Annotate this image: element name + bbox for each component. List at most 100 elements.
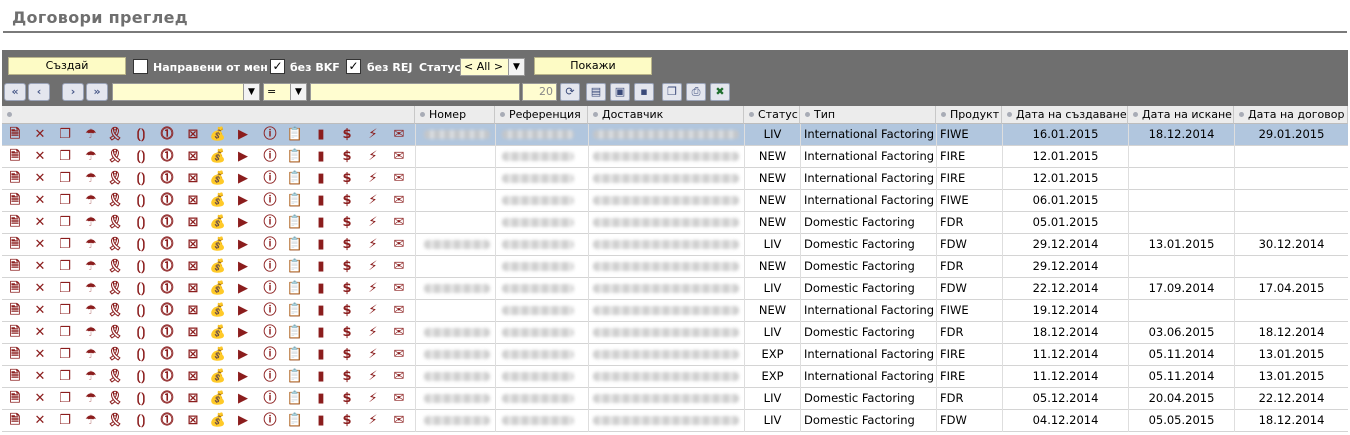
table-row[interactable]: 🗎 ✕ ❐ ☂ 🎗 ⟮⟯ ⓵ ⊠ 💰 ▶ ⓘ 📋 ▮ $ ⚡ ✉ EXP International Factor… [2,366,1348,388]
crossed-box-icon[interactable]: ⊠ [184,324,202,342]
print-icon[interactable]: ⎙ [686,83,706,101]
header-contract-date[interactable]: Дата на договор [1234,106,1348,124]
last-page-icon[interactable]: » [86,83,108,101]
document-icon[interactable]: 🗎 [6,302,24,320]
delete-icon[interactable]: ✕ [31,280,49,298]
money-bag-icon[interactable]: 💰 [209,302,227,320]
info-icon[interactable]: ⓘ [261,170,279,188]
brackets-icon[interactable]: ⟮⟯ [132,346,150,364]
mail-icon[interactable]: ✉ [390,412,408,430]
dollar-icon[interactable]: $ [338,148,356,166]
stack-icon[interactable]: ▮ [312,346,330,364]
mail-icon[interactable]: ✉ [390,346,408,364]
document-icon[interactable]: 🗎 [6,214,24,232]
money-bag-icon[interactable]: 💰 [209,170,227,188]
calendar-one-icon[interactable]: ⓵ [158,192,176,210]
info-icon[interactable]: ⓘ [261,346,279,364]
info-icon[interactable]: ⓘ [261,368,279,386]
page-size-input[interactable]: 20 [522,83,557,101]
play-arrow-icon[interactable]: ▶ [234,236,252,254]
play-arrow-icon[interactable]: ▶ [234,192,252,210]
mail-icon[interactable]: ✉ [390,302,408,320]
info-icon[interactable]: ⓘ [261,236,279,254]
brackets-icon[interactable]: ⟮⟯ [132,390,150,408]
ribbon-icon[interactable]: 🎗 [106,148,124,166]
ribbon-icon[interactable]: 🎗 [106,390,124,408]
play-arrow-icon[interactable]: ▶ [234,148,252,166]
clipboard-icon[interactable]: 📋 [286,258,304,276]
crossed-box-icon[interactable]: ⊠ [184,390,202,408]
lightning-icon[interactable]: ⚡ [364,390,382,408]
play-arrow-icon[interactable]: ▶ [234,126,252,144]
lightning-icon[interactable]: ⚡ [364,412,382,430]
info-icon[interactable]: ⓘ [261,148,279,166]
windows-icon[interactable]: ❐ [56,148,74,166]
filter-operator-select[interactable]: = ▼ [263,83,307,101]
mail-icon[interactable]: ✉ [390,214,408,232]
document-icon[interactable]: 🗎 [6,258,24,276]
play-arrow-icon[interactable]: ▶ [234,390,252,408]
dollar-icon[interactable]: $ [338,368,356,386]
windows-icon[interactable]: ❐ [56,170,74,188]
dollar-icon[interactable]: $ [338,258,356,276]
crossed-box-icon[interactable]: ⊠ [184,346,202,364]
document-icon[interactable]: 🗎 [6,368,24,386]
clipboard-icon[interactable]: 📋 [286,346,304,364]
clipboard-icon[interactable]: 📋 [286,126,304,144]
lightning-icon[interactable]: ⚡ [364,302,382,320]
dollar-icon[interactable]: $ [338,302,356,320]
crossed-box-icon[interactable]: ⊠ [184,302,202,320]
header-product[interactable]: Продукт [936,106,1002,124]
umbrella-icon[interactable]: ☂ [82,346,100,364]
delete-icon[interactable]: ✕ [31,390,49,408]
ribbon-icon[interactable]: 🎗 [106,324,124,342]
header-status[interactable]: Статус [744,106,800,124]
stack-icon[interactable]: ▮ [312,412,330,430]
header-type[interactable]: Тип [800,106,936,124]
mail-icon[interactable]: ✉ [390,390,408,408]
umbrella-icon[interactable]: ☂ [82,170,100,188]
windows-icon[interactable]: ❐ [56,346,74,364]
crossed-box-icon[interactable]: ⊠ [184,170,202,188]
windows-icon[interactable]: ❐ [56,412,74,430]
dollar-icon[interactable]: $ [338,214,356,232]
table-row[interactable]: 🗎 ✕ ❐ ☂ 🎗 ⟮⟯ ⓵ ⊠ 💰 ▶ ⓘ 📋 ▮ $ ⚡ ✉ EXP International Factor… [2,344,1348,366]
header-reference[interactable]: Референция [495,106,588,124]
ribbon-icon[interactable]: 🎗 [106,280,124,298]
dollar-icon[interactable]: $ [338,346,356,364]
brackets-icon[interactable]: ⟮⟯ [132,192,150,210]
lightning-icon[interactable]: ⚡ [364,214,382,232]
dollar-icon[interactable]: $ [338,412,356,430]
calendar-one-icon[interactable]: ⓵ [158,412,176,430]
money-bag-icon[interactable]: 💰 [209,324,227,342]
save-icon[interactable]: ▪ [634,83,654,101]
delete-icon[interactable]: ✕ [31,302,49,320]
document-icon[interactable]: 🗎 [6,236,24,254]
brackets-icon[interactable]: ⟮⟯ [132,280,150,298]
mail-icon[interactable]: ✉ [390,170,408,188]
delete-icon[interactable]: ✕ [31,214,49,232]
dollar-icon[interactable]: $ [338,126,356,144]
dollar-icon[interactable]: $ [338,390,356,408]
crossed-box-icon[interactable]: ⊠ [184,148,202,166]
info-icon[interactable]: ⓘ [261,192,279,210]
mail-icon[interactable]: ✉ [390,368,408,386]
calendar-one-icon[interactable]: ⓵ [158,368,176,386]
brackets-icon[interactable]: ⟮⟯ [132,126,150,144]
calendar-one-icon[interactable]: ⓵ [158,280,176,298]
windows-icon[interactable]: ❐ [56,192,74,210]
money-bag-icon[interactable]: 💰 [209,346,227,364]
stack-icon[interactable]: ▮ [312,324,330,342]
money-bag-icon[interactable]: 💰 [209,148,227,166]
play-arrow-icon[interactable]: ▶ [234,302,252,320]
stack-icon[interactable]: ▮ [312,214,330,232]
table-row[interactable]: 🗎 ✕ ❐ ☂ 🎗 ⟮⟯ ⓵ ⊠ 💰 ▶ ⓘ 📋 ▮ $ ⚡ ✉ LIV Domestic Factoring FD… [2,234,1348,256]
calendar-one-icon[interactable]: ⓵ [158,302,176,320]
info-icon[interactable]: ⓘ [261,390,279,408]
umbrella-icon[interactable]: ☂ [82,390,100,408]
stack-icon[interactable]: ▮ [312,368,330,386]
crossed-box-icon[interactable]: ⊠ [184,214,202,232]
stack-icon[interactable]: ▮ [312,148,330,166]
dollar-icon[interactable]: $ [338,324,356,342]
clipboard-icon[interactable]: 📋 [286,192,304,210]
